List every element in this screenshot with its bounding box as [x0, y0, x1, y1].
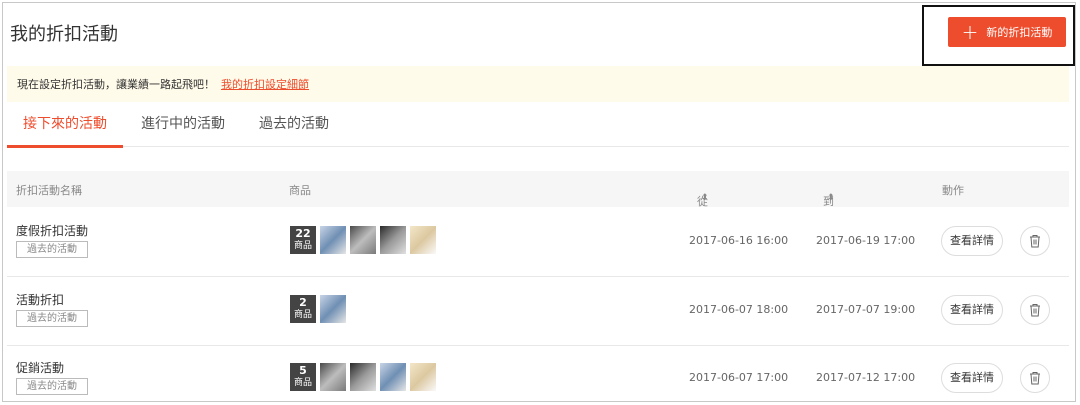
tab-past[interactable]: 過去的活動 [243, 104, 345, 146]
column-header-products: 商品 [289, 184, 311, 197]
trash-icon [1030, 235, 1040, 248]
product-thumbnail[interactable] [350, 363, 376, 391]
product-count-badge[interactable]: 2 商品 [290, 295, 316, 323]
product-thumbnail[interactable] [410, 226, 436, 254]
product-thumbnail[interactable] [320, 295, 346, 323]
delete-button[interactable] [1020, 363, 1050, 393]
start-time: 2017-06-07 18:00 [689, 303, 789, 316]
product-count-badge[interactable]: 22 商品 [290, 226, 316, 254]
table-row: 度假折扣活動 過去的活動 22 商品 2017-06-16 16:00 2017-… [7, 209, 1069, 277]
product-count-badge[interactable]: 5 商品 [290, 363, 316, 391]
product-thumbnails: 22 商品 [290, 226, 436, 254]
trash-icon [1030, 372, 1040, 385]
tab-ongoing[interactable]: 進行中的活動 [125, 104, 241, 146]
product-thumbnail[interactable] [410, 363, 436, 391]
notice-link[interactable]: 我的折扣設定細節 [221, 76, 309, 92]
tab-upcoming[interactable]: 接下來的活動 [7, 104, 123, 148]
trash-icon [1030, 304, 1040, 317]
start-time: 2017-06-07 17:00 [689, 371, 789, 384]
notice-text: 現在設定折扣活動，讓業績一路起飛吧！ [17, 78, 215, 91]
table-row: 活動折扣 過去的活動 2 商品 2017-06-07 18:00 2017-07-… [7, 278, 1069, 346]
status-badge: 過去的活動 [16, 378, 88, 395]
sort-icon[interactable]: ⬍ [827, 193, 835, 203]
product-thumbnails: 5 商品 [290, 363, 436, 391]
product-thumbnails: 2 商品 [290, 295, 346, 323]
view-details-button[interactable]: 查看詳情 [941, 226, 1003, 256]
product-thumbnail[interactable] [320, 363, 346, 391]
view-details-button[interactable]: 查看詳情 [941, 295, 1003, 325]
column-header-action: 動作 [942, 184, 964, 197]
product-thumbnail[interactable] [320, 226, 346, 254]
sort-icon[interactable]: ⬍ [701, 193, 709, 203]
end-time: 2017-06-19 17:00 [816, 234, 916, 247]
end-time: 2017-07-07 19:00 [816, 303, 916, 316]
plus-icon: + [961, 20, 979, 44]
view-details-button[interactable]: 查看詳情 [941, 363, 1003, 393]
delete-button[interactable] [1020, 295, 1050, 325]
status-badge: 過去的活動 [16, 310, 88, 327]
product-thumbnail[interactable] [380, 363, 406, 391]
campaign-name: 活動折扣 [16, 293, 65, 307]
campaign-name: 度假折扣活動 [16, 224, 89, 238]
table-header: 折扣活動名稱 商品 從 ⬍ 到 ⬍ 動作 [7, 171, 1069, 208]
product-thumbnail[interactable] [380, 226, 406, 254]
column-header-name: 折扣活動名稱 [16, 184, 82, 197]
campaign-name: 促銷活動 [16, 361, 65, 375]
start-time: 2017-06-16 16:00 [689, 234, 789, 247]
product-thumbnail[interactable] [350, 226, 376, 254]
end-time: 2017-07-12 17:00 [816, 371, 916, 384]
notice-bar: 現在設定折扣活動，讓業績一路起飛吧！ 我的折扣設定細節 [7, 66, 1069, 102]
delete-button[interactable] [1020, 226, 1050, 256]
table-row: 促銷活動 過去的活動 5 商品 2017-06-07 17:00 2017-07-… [7, 346, 1069, 405]
new-discount-button[interactable]: + 新的折扣活動 [948, 17, 1066, 47]
page-title: 我的折扣活動 [10, 24, 118, 45]
status-badge: 過去的活動 [16, 241, 88, 258]
new-discount-label: 新的折扣活動 [986, 26, 1053, 39]
tab-bar: 接下來的活動 進行中的活動 過去的活動 [7, 104, 1069, 148]
